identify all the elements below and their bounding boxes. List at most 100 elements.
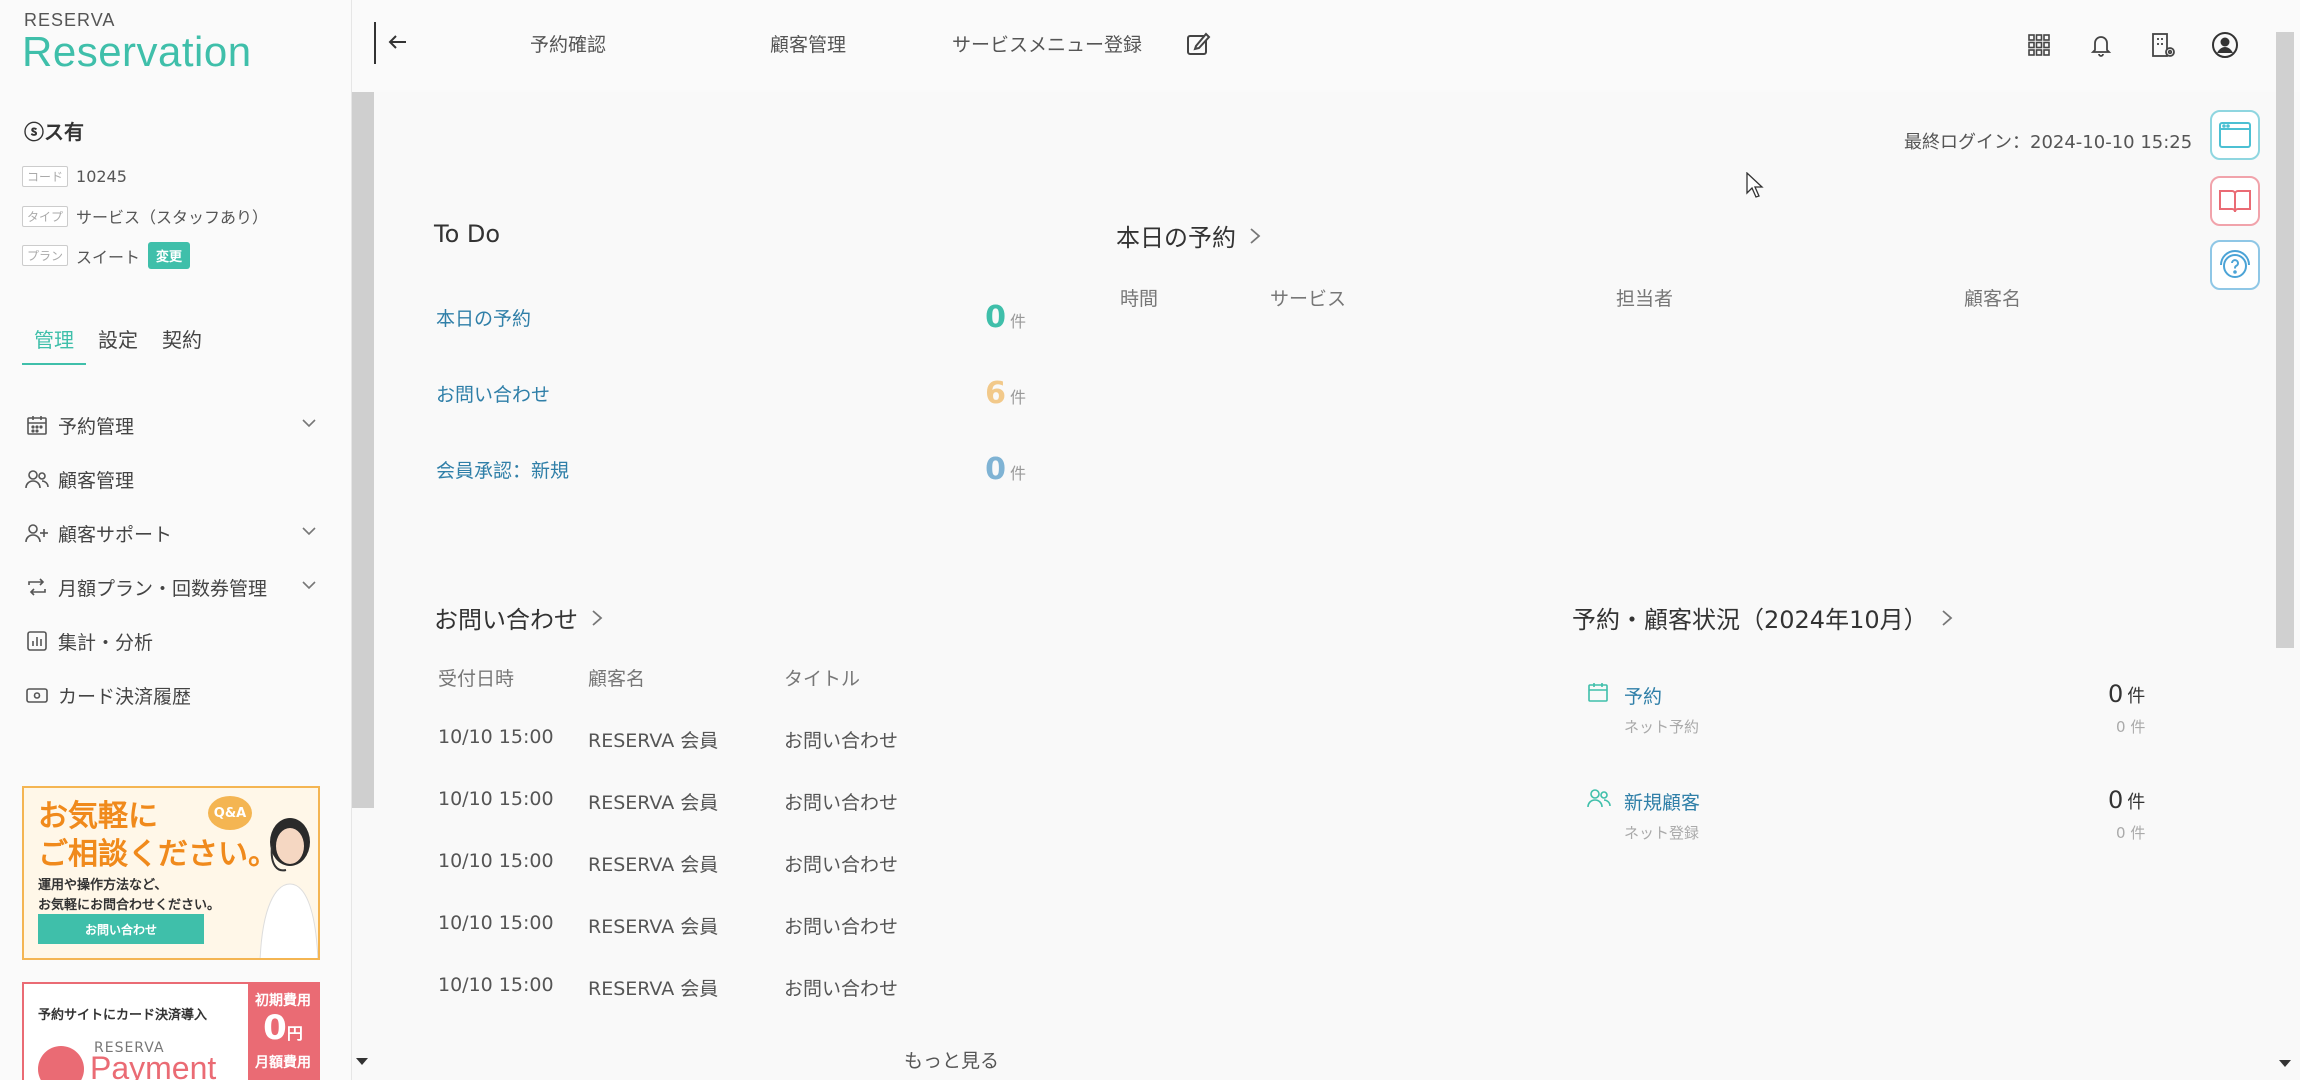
show-more-link[interactable]: もっと見る <box>904 1046 999 1073</box>
column-header-received: 受付日時 <box>438 668 515 690</box>
todo-label: 本日の予約 <box>436 308 532 330</box>
sidebar-item-label: カード決済履歴 <box>58 685 192 708</box>
todo-count: 0件 <box>985 452 1026 487</box>
inquiry-date[interactable]: 10/10 15:00 <box>438 726 554 748</box>
inquiry-date[interactable]: 10/10 15:00 <box>438 850 554 872</box>
store-code: 10245 <box>76 167 127 186</box>
inquiry-title[interactable]: お問い合わせ <box>784 912 898 939</box>
sidebar-item-label: 顧客管理 <box>58 469 135 492</box>
sidebar-item-label: 月額プラン・回数券管理 <box>58 577 268 600</box>
column-header-staff: 担当者 <box>1616 288 1674 310</box>
tab-settings[interactable]: 設定 <box>86 318 150 365</box>
bar-chart-icon <box>22 626 52 656</box>
sidebar-item-subscriptions[interactable]: 月額プラン・回数券管理 <box>22 560 322 614</box>
change-plan-button[interactable]: 変更 <box>148 242 191 269</box>
top-bar: 予約確認 顧客管理 サービスメニュー登録 <box>352 0 2300 92</box>
sidebar-item-label: 集計・分析 <box>58 631 154 654</box>
sidebar-item-label: 顧客サポート <box>58 523 173 546</box>
payment-banner[interactable]: 予約サイトにカード決済導入 RESERVA Payment 初期費用 0円 月額… <box>22 982 320 1080</box>
nav-service-menu-register[interactable]: サービスメニュー登録 <box>952 30 1142 57</box>
inquiries-title[interactable]: お問い合わせ <box>434 600 604 635</box>
store-name: ⓢス有 <box>24 120 84 144</box>
inquiry-date[interactable]: 10/10 15:00 <box>438 912 554 934</box>
todo-today-reservations[interactable]: 本日の予約 0件 <box>436 300 1026 335</box>
today-reservations-title[interactable]: 本日の予約 <box>1116 218 1262 253</box>
sidebar-item-card-history[interactable]: カード決済履歴 <box>22 668 322 722</box>
store-plan: スイート <box>76 247 141 267</box>
nav-reservation-check[interactable]: 予約確認 <box>530 30 606 57</box>
chevron-right-icon <box>1942 609 1952 626</box>
banner-subtitle: 運用や操作方法など、 お気軽にお問合わせください。 <box>38 878 221 913</box>
stat-reservations-subcount: 0 件 <box>2116 718 2146 736</box>
payment-fee-box: 初期費用 0円 月額費用 <box>248 984 318 1080</box>
inquiry-title[interactable]: お問い合わせ <box>784 974 898 1001</box>
inquiry-title[interactable]: お問い合わせ <box>784 850 898 877</box>
sidebar-item-label: 予約管理 <box>58 415 135 438</box>
scroll-down-arrow-icon[interactable] <box>356 1058 368 1065</box>
chevron-right-icon <box>592 609 603 626</box>
edit-icon[interactable] <box>1184 30 1212 62</box>
nav-customer-management[interactable]: 顧客管理 <box>770 30 846 57</box>
status-title[interactable]: 予約・顧客状況（2024年10月） <box>1572 600 1954 635</box>
manual-button[interactable] <box>2210 176 2260 226</box>
sidebar-scrollbar[interactable] <box>352 92 374 808</box>
card-icon <box>22 680 52 710</box>
contact-banner[interactable]: お気軽に ご相談ください。 Q&A 運用や操作方法など、 お気軽にお問合わせくだ… <box>22 786 320 960</box>
inquiry-customer[interactable]: RESERVA 会員 <box>588 974 718 1001</box>
browser-window-button[interactable] <box>2210 110 2260 160</box>
stat-new-customers-label[interactable]: 新規顧客 <box>1624 788 1700 815</box>
sidebar-item-analytics[interactable]: 集計・分析 <box>22 614 322 668</box>
users-icon <box>22 464 52 494</box>
column-header-time: 時間 <box>1120 288 1159 310</box>
inquiry-customer[interactable]: RESERVA 会員 <box>588 850 718 877</box>
sidebar-menu: 予約管理 顧客管理 顧客サポート 月額プラン・回数券管理 集計・分析 カード決済… <box>22 398 322 722</box>
sidebar-item-reservations[interactable]: 予約管理 <box>22 398 322 452</box>
inquiry-date[interactable]: 10/10 15:00 <box>438 788 554 810</box>
building-settings-icon[interactable] <box>2146 28 2180 62</box>
page-scrollbar[interactable] <box>2276 32 2294 648</box>
inquiry-customer[interactable]: RESERVA 会員 <box>588 788 718 815</box>
book-icon <box>2219 190 2251 213</box>
browser-window-icon <box>2219 122 2251 148</box>
plan-tag: プラン <box>22 245 69 266</box>
calendar-icon <box>22 410 52 440</box>
bell-icon[interactable] <box>2084 28 2118 62</box>
topbar-icons <box>2022 28 2242 62</box>
todo-member-approval[interactable]: 会員承認：新規 0件 <box>436 452 1026 487</box>
stat-reservations-label[interactable]: 予約 <box>1624 682 1662 709</box>
sidebar: RESERVA Reservation ⓢス有 コード 10245 タイプ サー… <box>0 0 352 1080</box>
inquiry-title[interactable]: お問い合わせ <box>784 788 898 815</box>
banner-contact-button[interactable]: お問い合わせ <box>38 914 204 944</box>
todo-label: 会員承認：新規 <box>436 460 570 482</box>
topbar-divider <box>374 22 376 64</box>
help-headset-icon <box>2220 250 2250 278</box>
tab-contract[interactable]: 契約 <box>150 318 214 365</box>
todo-label: お問い合わせ <box>436 384 551 406</box>
sidebar-item-customers[interactable]: 顧客管理 <box>22 452 322 506</box>
chevron-down-icon <box>300 522 318 545</box>
back-arrow-icon[interactable] <box>386 30 410 58</box>
stat-new-customers-count: 0件 <box>2108 786 2146 814</box>
inquiry-date[interactable]: 10/10 15:00 <box>438 974 554 996</box>
todo-title: To Do <box>434 220 501 248</box>
users-icon <box>1586 786 1612 814</box>
account-icon[interactable] <box>2208 28 2242 62</box>
page-scroll-down-icon[interactable] <box>2279 1060 2291 1067</box>
sidebar-item-customer-support[interactable]: 顧客サポート <box>22 506 322 560</box>
qa-badge: Q&A <box>208 796 252 830</box>
inquiry-customer[interactable]: RESERVA 会員 <box>588 726 718 753</box>
column-header-customer-name: 顧客名 <box>588 668 646 690</box>
calendar-icon <box>1586 680 1610 708</box>
apps-grid-icon[interactable] <box>2022 28 2056 62</box>
stat-new-customers-sub: ネット登録 <box>1624 824 1700 842</box>
brand-logo[interactable]: Reservation <box>22 28 252 76</box>
help-button[interactable] <box>2210 240 2260 290</box>
chevron-right-icon <box>1250 227 1261 244</box>
todo-inquiries[interactable]: お問い合わせ 6件 <box>436 376 1026 411</box>
stat-reservations-count: 0件 <box>2108 680 2146 708</box>
inquiry-customer[interactable]: RESERVA 会員 <box>588 912 718 939</box>
inquiry-title[interactable]: お問い合わせ <box>784 726 898 753</box>
todo-count: 6件 <box>985 376 1026 411</box>
tab-management[interactable]: 管理 <box>22 318 86 365</box>
todo-count: 0件 <box>985 300 1026 335</box>
